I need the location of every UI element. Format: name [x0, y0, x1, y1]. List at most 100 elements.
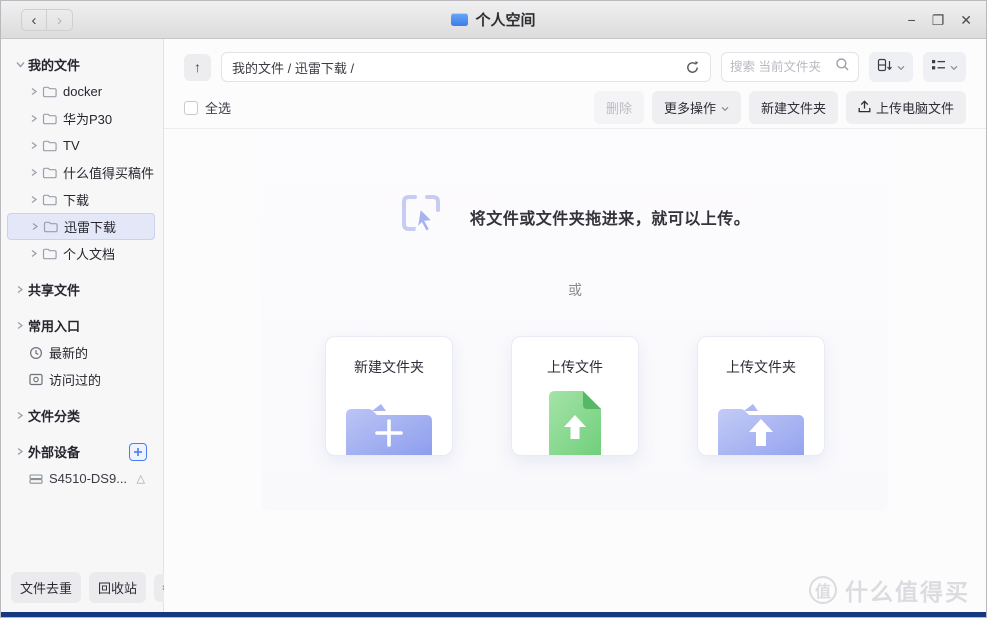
search-box	[721, 52, 859, 82]
taskbar-edge	[1, 612, 986, 617]
upload-icon	[858, 100, 871, 116]
smzdm-badge-icon: 值	[809, 576, 837, 604]
sidebar-item-label: 外部设备	[28, 442, 80, 461]
action-toolbar: 全选 删除 更多操作 新建文件夹 上传电脑文件	[164, 87, 986, 129]
upload-cards: 新建文件夹	[262, 336, 888, 456]
eject-icon[interactable]: △	[137, 472, 145, 485]
sidebar-item-label: 最新的	[49, 343, 88, 362]
sidebar-item-label: 访问过的	[49, 370, 101, 389]
view-mode-button[interactable]	[923, 52, 966, 82]
select-all-control[interactable]: 全选	[184, 98, 231, 117]
upload-pc-files-label: 上传电脑文件	[876, 98, 954, 117]
drop-zone-headline: 将文件或文件夹拖进来，就可以上传。	[470, 205, 751, 229]
more-actions-button[interactable]: 更多操作	[652, 91, 741, 124]
sidebar-item-file-categories[interactable]: 文件分类	[7, 402, 155, 429]
upload-folder-card[interactable]: 上传文件夹	[697, 336, 825, 456]
new-folder-card-label: 新建文件夹	[326, 357, 452, 377]
select-all-checkbox[interactable]	[184, 101, 198, 115]
new-folder-button[interactable]: 新建文件夹	[749, 91, 838, 124]
action-buttons: 删除 更多操作 新建文件夹 上传电脑文件	[594, 91, 966, 124]
folder-plus-icon	[342, 395, 436, 456]
file-upload-icon	[545, 389, 605, 456]
sidebar-item-label: 常用入口	[28, 316, 80, 335]
window-controls: − ❐ ✕	[908, 1, 972, 39]
up-directory-button[interactable]: ↑	[184, 54, 211, 81]
sidebar-folder-label: 什么值得买稿件	[63, 163, 154, 182]
drag-drop-icon	[400, 193, 442, 240]
sidebar-item-my-files[interactable]: 我的文件	[7, 51, 155, 78]
folder-icon	[42, 112, 57, 125]
upload-folder-card-label: 上传文件夹	[698, 357, 824, 377]
clock-icon	[29, 346, 43, 360]
sidebar: 我的文件 docker 华为P30 TV 什么值得买稿件	[1, 39, 164, 615]
sidebar-folder-label: 华为P30	[63, 109, 112, 128]
chevron-right-icon	[29, 248, 42, 259]
nav-back-button[interactable]: ‹	[21, 9, 47, 31]
search-input[interactable]	[730, 60, 835, 74]
sidebar-folder-docker[interactable]: docker	[7, 78, 155, 105]
sidebar-folder-thunder-downloads[interactable]: 迅雷下载	[7, 213, 155, 240]
more-actions-label: 更多操作	[664, 98, 716, 117]
sidebar-folder-tv[interactable]: TV	[7, 132, 155, 159]
chevron-right-icon	[15, 446, 28, 457]
folder-upload-icon	[714, 395, 808, 456]
folder-icon	[42, 247, 57, 260]
sidebar-folder-smzdm-drafts[interactable]: 什么值得买稿件	[7, 159, 155, 186]
new-folder-card[interactable]: 新建文件夹	[325, 336, 453, 456]
search-icon[interactable]	[835, 57, 850, 77]
delete-button[interactable]: 删除	[594, 91, 644, 124]
sidebar-item-label: 共享文件	[28, 280, 80, 299]
select-all-label: 全选	[205, 98, 231, 117]
device-label: S4510-DS9...	[49, 471, 127, 486]
or-divider-label: 或	[262, 280, 888, 300]
history-icon	[29, 373, 43, 386]
drive-icon	[29, 473, 43, 485]
maximize-button[interactable]: ❐	[932, 13, 945, 27]
main-panel: ↑ 我的文件 / 迅雷下载 /	[164, 39, 986, 615]
sidebar-folder-label: 迅雷下载	[64, 217, 116, 236]
sidebar-folder-personal-docs[interactable]: 个人文档	[7, 240, 155, 267]
breadcrumb[interactable]: 我的文件 / 迅雷下载 /	[221, 52, 711, 82]
watermark: 值 什么值得买	[809, 573, 970, 607]
breadcrumb-path: 我的文件 / 迅雷下载 /	[232, 58, 354, 77]
drop-zone[interactable]: 将文件或文件夹拖进来，就可以上传。 或 新建文件夹	[262, 133, 888, 511]
minimize-button[interactable]: −	[908, 13, 916, 27]
upload-pc-files-button[interactable]: 上传电脑文件	[846, 91, 966, 124]
close-button[interactable]: ✕	[960, 13, 972, 27]
chevron-right-icon	[15, 410, 28, 421]
sort-button[interactable]	[869, 52, 913, 82]
nav-forward-button[interactable]: ›	[47, 9, 73, 31]
sidebar-folder-label: 下载	[63, 190, 89, 209]
content-area: 将文件或文件夹拖进来，就可以上传。 或 新建文件夹	[164, 129, 986, 615]
list-view-icon	[931, 58, 946, 76]
sidebar-item-shared-files[interactable]: 共享文件	[7, 276, 155, 303]
chevron-right-icon	[29, 86, 42, 97]
chevron-right-icon	[29, 194, 42, 205]
path-toolbar: ↑ 我的文件 / 迅雷下载 /	[164, 39, 986, 87]
recycle-bin-button[interactable]: 回收站	[89, 572, 146, 603]
sidebar-folder-huawei-p30[interactable]: 华为P30	[7, 105, 155, 132]
forward-icon: ›	[57, 12, 62, 29]
refresh-icon[interactable]	[685, 60, 700, 75]
chevron-right-icon	[29, 113, 42, 124]
chevron-down-icon	[15, 59, 28, 70]
chevron-down-icon	[950, 58, 958, 76]
sidebar-item-device-s4510[interactable]: S4510-DS9... △	[7, 465, 155, 492]
sidebar-item-visited[interactable]: 访问过的	[7, 366, 155, 393]
sidebar-folder-downloads[interactable]: 下载	[7, 186, 155, 213]
sidebar-item-recent[interactable]: 最新的	[7, 339, 155, 366]
sidebar-item-external-devices[interactable]: 外部设备	[7, 438, 155, 465]
chevron-right-icon	[30, 221, 43, 232]
chevron-right-icon	[15, 320, 28, 331]
upload-file-card[interactable]: 上传文件	[511, 336, 639, 456]
drop-zone-header: 将文件或文件夹拖进来，就可以上传。	[262, 193, 888, 240]
dedupe-button[interactable]: 文件去重	[11, 572, 81, 603]
sidebar-item-label: 文件分类	[28, 406, 80, 425]
add-device-button[interactable]	[129, 443, 147, 461]
folder-icon	[42, 166, 57, 179]
app-window: ‹ › 个人空间 − ❐ ✕ 我的文件 docker	[0, 0, 987, 618]
sidebar-item-quick-access[interactable]: 常用入口	[7, 312, 155, 339]
titlebar: ‹ › 个人空间 − ❐ ✕	[1, 1, 986, 39]
chevron-right-icon	[29, 167, 42, 178]
folder-icon	[42, 85, 57, 98]
